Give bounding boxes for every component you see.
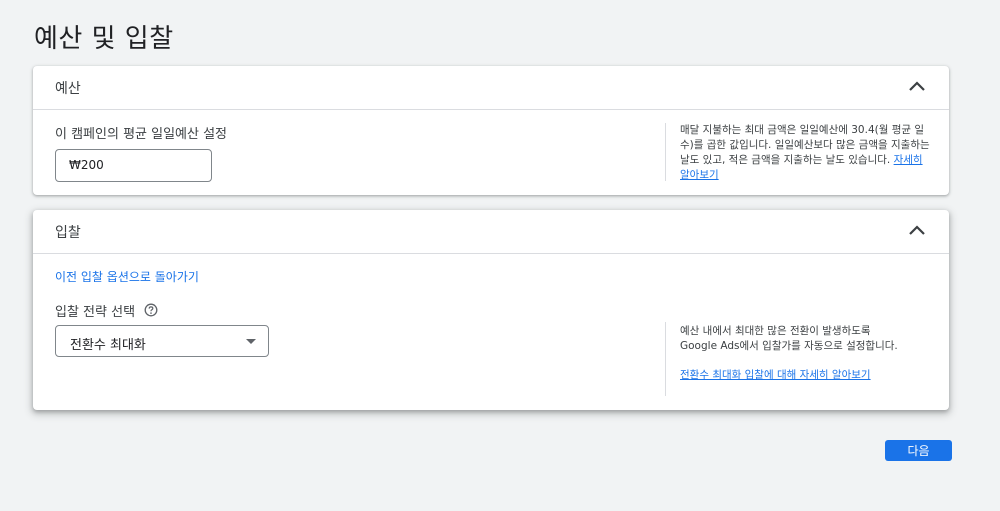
bid-strategy-label: 입찰 전략 선택 [55,305,136,320]
daily-budget-input[interactable] [69,158,199,172]
chevron-up-icon[interactable] [907,76,927,96]
next-button[interactable]: 다음 [885,440,952,461]
page-title: 예산 및 입찰 [34,24,174,54]
budget-field-label: 이 캠페인의 평균 일일예산 설정 [55,127,228,142]
bidding-help-text: 예산 내에서 최대한 많은 전환이 발생하도록 Google Ads에서 입찰가… [680,324,940,354]
help-circle-icon[interactable] [144,303,158,317]
daily-budget-field[interactable] [55,149,212,182]
bid-strategy-select[interactable]: 전환수 최대화 [55,325,269,357]
bidding-card: 입찰 이전 입찰 옵션으로 돌아가기 입찰 전략 선택 전환수 최대화 예산 내… [33,210,949,410]
bidding-help-line-1: 예산 내에서 최대한 많은 전환이 발생하도록 [680,325,871,337]
budget-section-title: 예산 [55,81,81,97]
budget-card-header[interactable]: 예산 [33,66,949,110]
bid-strategy-selected-value: 전환수 최대화 [70,338,146,353]
bidding-learn-more-link[interactable]: 전환수 최대화 입찰에 대해 자세히 알아보기 [680,368,871,383]
bidding-divider [665,322,666,396]
caret-down-icon [246,339,256,344]
bidding-card-header[interactable]: 입찰 [33,210,949,254]
budget-help-text: 매달 지불하는 최대 금액은 일일예산에 30.4(월 평균 일수)를 곱한 값… [680,124,930,181]
chevron-up-icon[interactable] [907,220,927,240]
budget-divider [665,123,666,181]
bidding-help-line-2: Google Ads에서 입찰가를 자동으로 설정합니다. [680,340,898,352]
back-to-bid-options-link[interactable]: 이전 입찰 옵션으로 돌아가기 [55,268,199,285]
budget-card: 예산 이 캠페인의 평균 일일예산 설정 매달 지불하는 최대 금액은 일일예산… [33,66,949,195]
bidding-section-title: 입찰 [55,225,81,241]
